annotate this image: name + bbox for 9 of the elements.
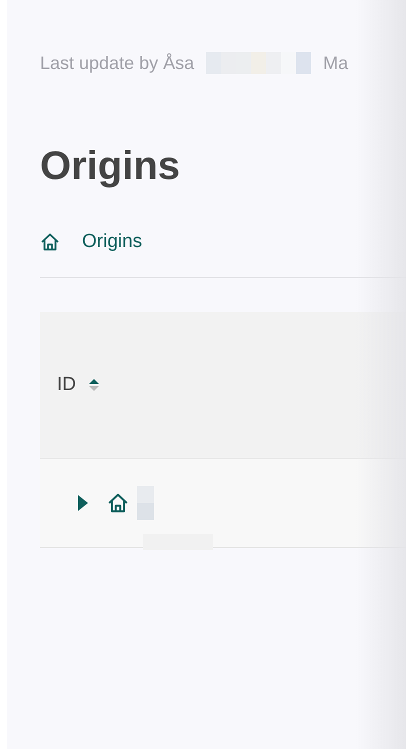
page-title: Origins <box>40 144 182 189</box>
home-icon <box>40 232 60 252</box>
breadcrumb-link[interactable]: Origins <box>82 231 142 253</box>
home-icon <box>107 492 129 514</box>
last-update-date: Ma <box>323 52 348 74</box>
redacted-id <box>137 486 154 520</box>
column-header[interactable]: ID <box>57 374 100 396</box>
last-update-text: Last update by Åsa <box>40 52 194 74</box>
expand-caret-icon[interactable] <box>77 495 89 511</box>
